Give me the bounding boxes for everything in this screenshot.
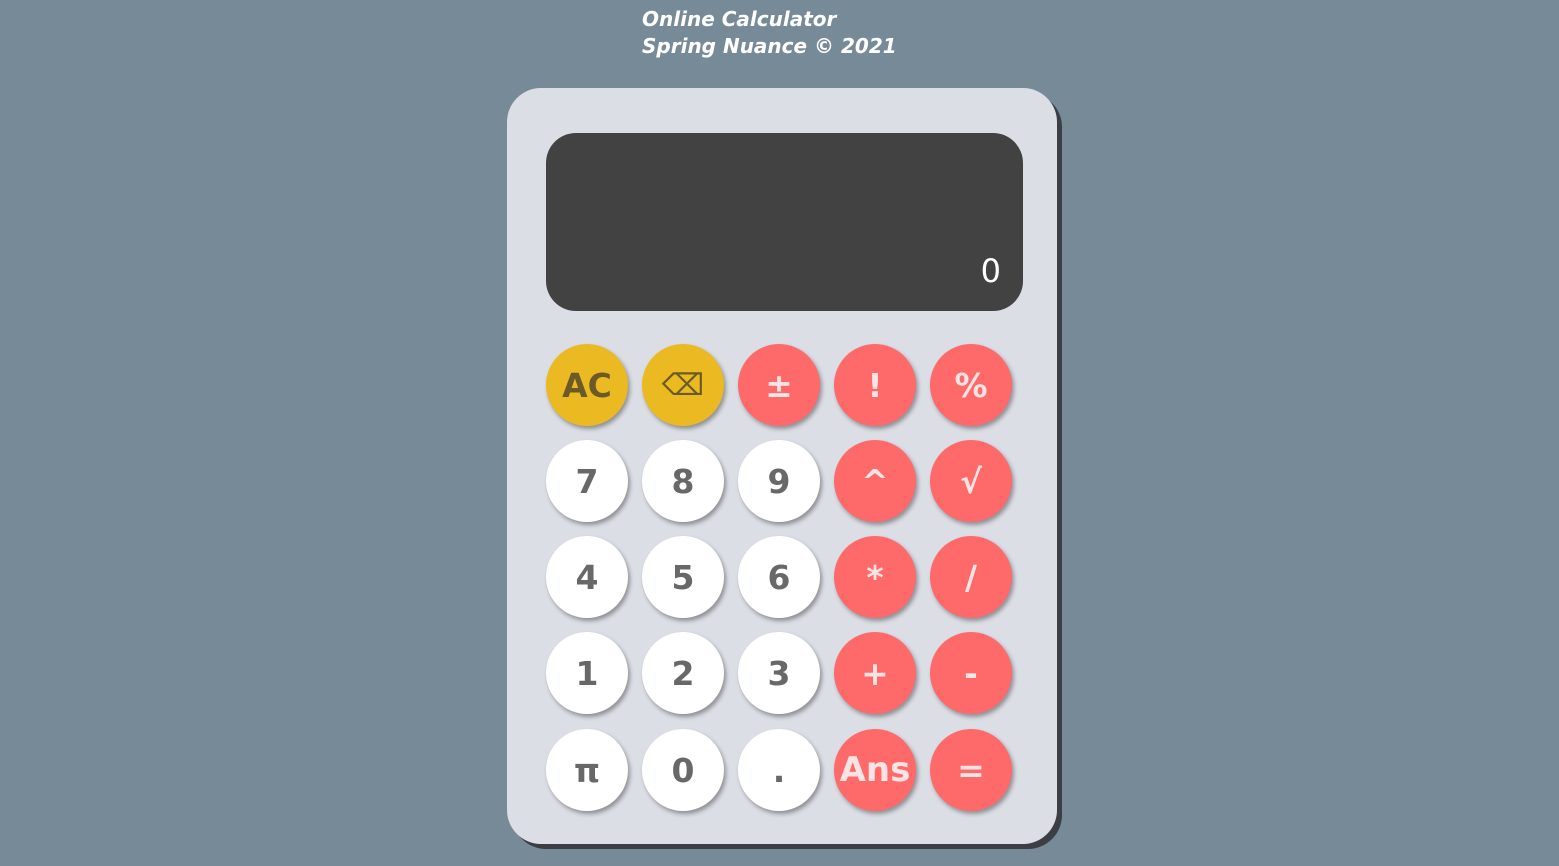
multiply-button[interactable]: * <box>834 536 916 618</box>
app-title: Online Calculator <box>642 7 837 31</box>
calculator-body: 0 AC ⌫ ±!% 7 8 9 ^ √ 4 5 6 */ 1 2 3 + - π 0. Ans = <box>507 88 1057 844</box>
equals-button[interactable]: = <box>930 729 1012 811</box>
digit-3-button[interactable]: 3 <box>738 632 820 714</box>
digit-1-button[interactable]: 1 <box>546 632 628 714</box>
add-button[interactable]: + <box>834 632 916 714</box>
digit-6-button[interactable]: 6 <box>738 536 820 618</box>
power-button[interactable]: ^ <box>834 440 916 522</box>
answer-button[interactable]: Ans <box>834 729 916 811</box>
backspace-button[interactable]: ⌫ <box>642 344 724 426</box>
factorial-button[interactable]: ! <box>834 344 916 426</box>
copyright-credit: Spring Nuance © 2021 <box>642 34 897 58</box>
divide-button[interactable]: / <box>930 536 1012 618</box>
digit-4-button[interactable]: 4 <box>546 536 628 618</box>
percent-button[interactable]: % <box>930 344 1012 426</box>
digit-9-button[interactable]: 9 <box>738 440 820 522</box>
keypad: AC ⌫ ±!% 7 8 9 ^ √ 4 5 6 */ 1 2 3 + - π 0. Ans = <box>507 88 1057 844</box>
digit-7-button[interactable]: 7 <box>546 440 628 522</box>
decimal-button[interactable]: . <box>738 729 820 811</box>
sqrt-button[interactable]: √ <box>930 440 1012 522</box>
digit-2-button[interactable]: 2 <box>642 632 724 714</box>
digit-0-button[interactable]: 0 <box>642 729 724 811</box>
subtract-button[interactable]: - <box>930 632 1012 714</box>
pi-button[interactable]: π <box>546 729 628 811</box>
digit-5-button[interactable]: 5 <box>642 536 724 618</box>
digit-8-button[interactable]: 8 <box>642 440 724 522</box>
page-header: Online Calculator Spring Nuance © 2021 <box>642 6 897 60</box>
sign-toggle-button[interactable]: ± <box>738 344 820 426</box>
clear-button[interactable]: AC <box>546 344 628 426</box>
